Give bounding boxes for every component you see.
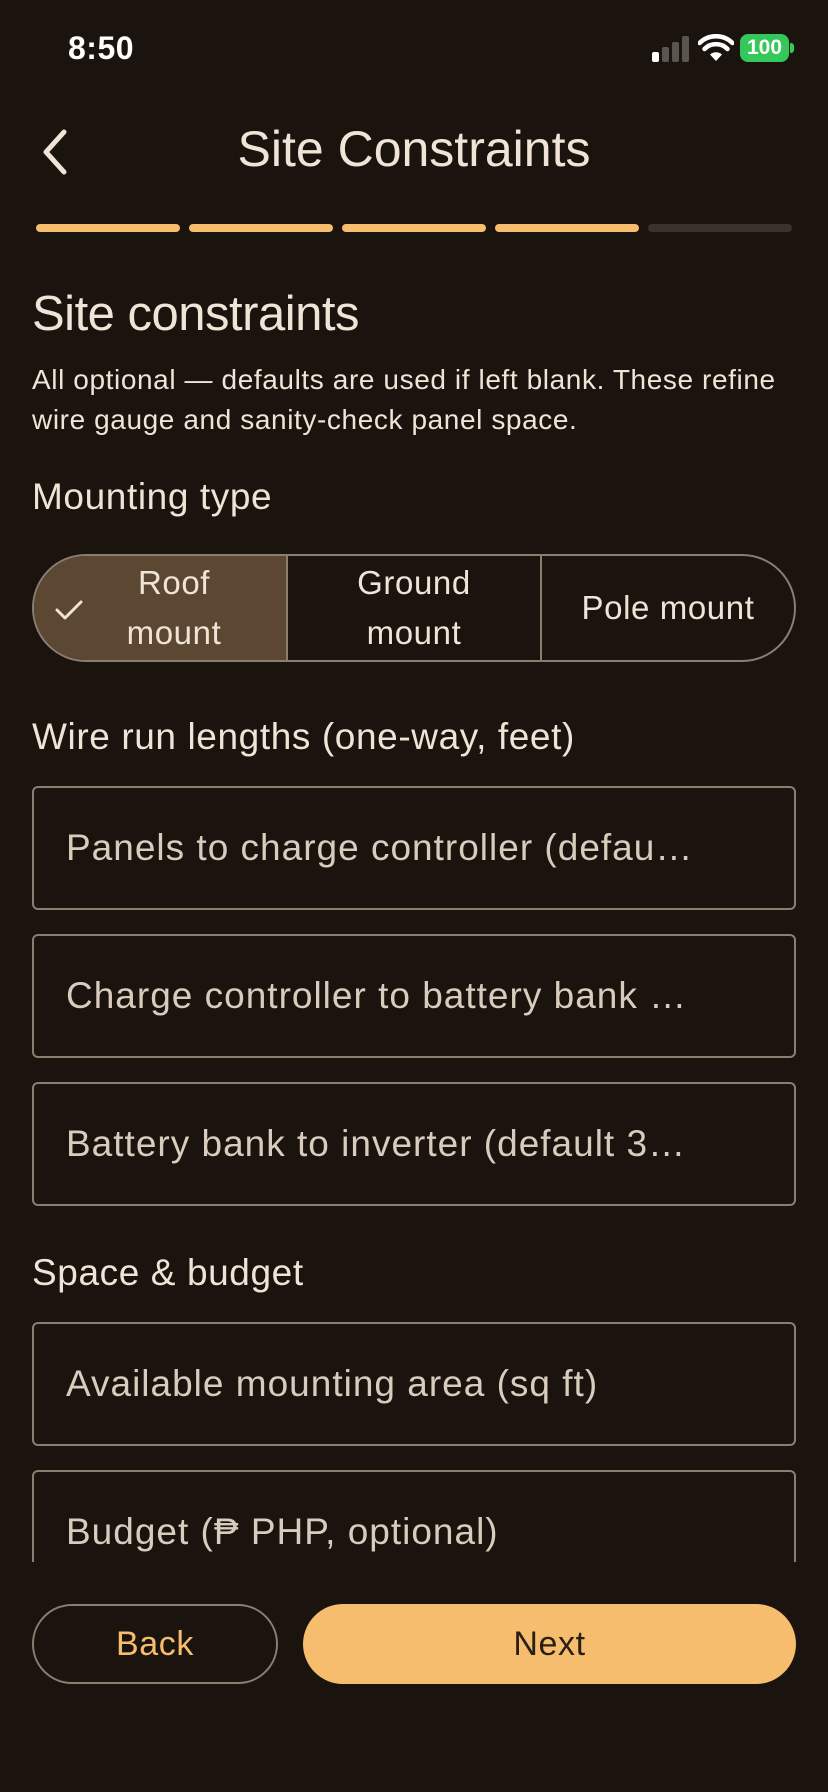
space-budget-label: Space & budget [32,1252,304,1293]
wire-run-lengths-label: Wire run lengths (one-way, feet) [32,716,575,757]
step-progress-bar [36,224,792,232]
panels-to-controller-placeholder: Panels to charge controller (defau… [66,827,694,868]
next-button[interactable]: Next [303,1604,796,1684]
progress-step-2 [189,224,333,232]
section-heading: Site constraints [32,287,360,341]
checkmark-icon [55,600,83,620]
status-time: 8:50 [68,30,135,66]
site-constraints-screen: 8:50 100 Site Constraints Site constrain… [0,0,828,1792]
battery-to-inverter-placeholder: Battery bank to inverter (default 3… [66,1123,687,1164]
option-roof-mount-label: Roof mount [126,564,222,651]
wifi-icon [698,34,734,61]
mounting-area-placeholder: Available mounting area (sq ft) [66,1363,599,1404]
mounting-area-input[interactable]: Available mounting area (sq ft) [32,1322,796,1446]
back-button[interactable]: Back [32,1604,278,1684]
controller-to-battery-placeholder: Charge controller to battery bank … [66,975,688,1016]
option-roof-mount[interactable]: Roof mount [34,556,286,660]
budget-input[interactable]: Budget (₱ PHP, optional) [32,1470,796,1562]
section-description: All optional — defaults are used if left… [32,364,776,435]
battery-to-inverter-input[interactable]: Battery bank to inverter (default 3… [32,1082,796,1206]
progress-step-5 [648,224,792,232]
option-ground-mount-label: Ground mount [357,564,471,651]
cellular-signal-icon [652,36,690,62]
option-ground-mount[interactable]: Ground mount [286,556,540,660]
progress-step-4 [495,224,639,232]
option-pole-mount[interactable]: Pole mount [540,556,794,660]
page-title: Site Constraints [237,121,591,177]
progress-step-3 [342,224,486,232]
panels-to-controller-input[interactable]: Panels to charge controller (defau… [32,786,796,910]
mounting-type-label: Mounting type [32,476,273,517]
battery-icon: 100 [740,34,794,62]
mounting-type-selector: Roof mount Ground mount Pole mount [32,554,796,662]
option-pole-mount-label: Pole mount [581,589,755,626]
budget-placeholder: Budget (₱ PHP, optional) [66,1511,499,1552]
status-bar: 8:50 100 [0,0,828,100]
progress-step-1 [36,224,180,232]
controller-to-battery-input[interactable]: Charge controller to battery bank … [32,934,796,1058]
battery-level: 100 [740,34,789,62]
form-content[interactable]: Site constraints All optional — defaults… [0,250,828,1562]
